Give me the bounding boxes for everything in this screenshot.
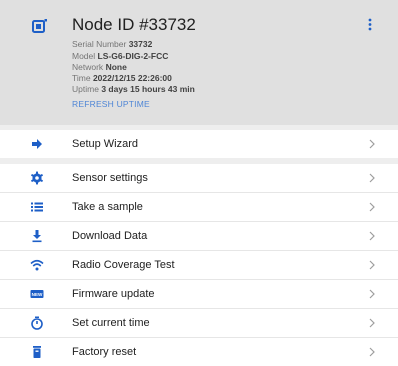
menu-item-set-current-time[interactable]: Set current time bbox=[0, 309, 398, 337]
delete-icon bbox=[33, 346, 41, 358]
serial-number-line: Serial Number 33732 bbox=[72, 39, 153, 49]
uptime-value: 3 days 15 hours 43 min bbox=[101, 84, 195, 94]
menu-item-label: Factory reset bbox=[72, 346, 137, 358]
download-icon bbox=[32, 230, 42, 243]
menu-item-label: Take a sample bbox=[72, 201, 143, 213]
menu-item-label: Firmware update bbox=[72, 288, 155, 300]
chevron-right-icon bbox=[369, 318, 375, 328]
menu-item-label: Download Data bbox=[72, 230, 148, 242]
menu-item-radio-coverage-test[interactable]: Radio Coverage Test bbox=[0, 251, 398, 279]
chevron-right-icon bbox=[369, 202, 375, 212]
chevron-right-icon bbox=[369, 260, 375, 270]
node-device-icon bbox=[32, 19, 47, 33]
node-title: Node ID #33732 bbox=[72, 15, 196, 34]
node-info-header: Node ID #33732 Serial Number 33732 Model… bbox=[0, 0, 398, 125]
gear-icon bbox=[31, 171, 43, 185]
network-line: Network None bbox=[72, 62, 127, 72]
menu-item-firmware-update[interactable]: NEW Firmware update bbox=[0, 280, 398, 308]
refresh-uptime-button[interactable]: REFRESH UPTIME bbox=[72, 99, 150, 109]
menu-item-label: Setup Wizard bbox=[72, 138, 139, 150]
new-badge-icon: NEW bbox=[30, 290, 44, 298]
menu-item-factory-reset[interactable]: Factory reset bbox=[0, 338, 398, 366]
menu-item-download-data[interactable]: Download Data bbox=[0, 222, 398, 250]
menu-item-sensor-settings[interactable]: Sensor settings bbox=[0, 164, 398, 192]
model-value: LS-G6-DIG-2-FCC bbox=[97, 51, 169, 61]
menu-item-label: Set current time bbox=[72, 317, 150, 329]
list-icon bbox=[31, 202, 43, 212]
time-line: Time 2022/12/15 22:26:00 bbox=[72, 73, 172, 83]
model-line: Model LS-G6-DIG-2-FCC bbox=[72, 51, 169, 61]
chevron-right-icon bbox=[369, 173, 375, 183]
chevron-right-icon bbox=[369, 289, 375, 299]
menu-item-setup-wizard[interactable]: Setup Wizard bbox=[0, 130, 398, 158]
menu-item-take-sample[interactable]: Take a sample bbox=[0, 193, 398, 221]
chevron-right-icon bbox=[369, 347, 375, 357]
more-options-icon[interactable] bbox=[362, 15, 378, 35]
chevron-right-icon bbox=[369, 139, 375, 149]
network-value: None bbox=[105, 62, 127, 72]
menu-item-label: Sensor settings bbox=[72, 172, 148, 184]
uptime-line: Uptime 3 days 15 hours 43 min bbox=[72, 84, 195, 94]
time-value: 2022/12/15 22:26:00 bbox=[92, 73, 172, 83]
menu-item-label: Radio Coverage Test bbox=[72, 259, 175, 271]
arrow-right-icon bbox=[32, 139, 42, 149]
chevron-right-icon bbox=[369, 231, 375, 241]
timer-icon bbox=[31, 316, 43, 330]
wifi-icon bbox=[30, 259, 44, 271]
svg-text:NEW: NEW bbox=[32, 292, 43, 297]
serial-number-value: 33732 bbox=[128, 39, 153, 49]
